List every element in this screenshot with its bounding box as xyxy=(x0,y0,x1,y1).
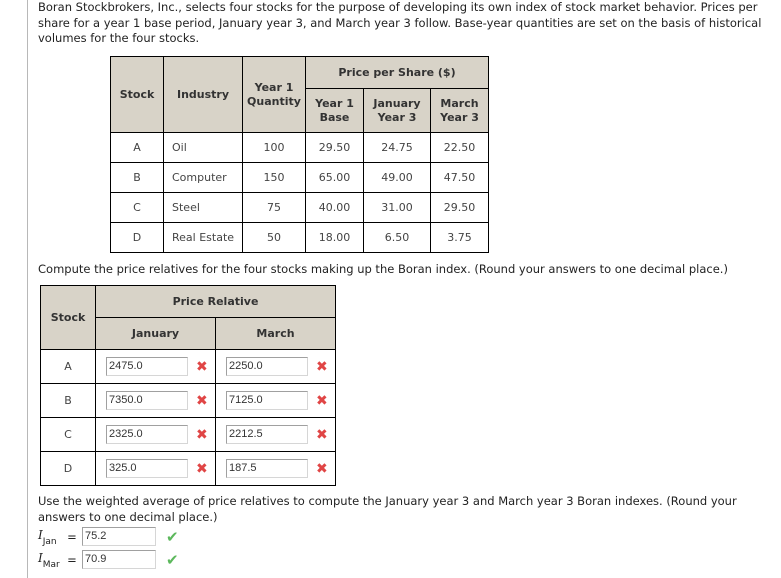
header-price-relative: Price Relative xyxy=(95,285,336,318)
equals-sign: = xyxy=(67,552,77,567)
header-march: March xyxy=(215,317,336,350)
correct-check-icon: ✔ xyxy=(166,550,179,569)
incorrect-icon: ✖ xyxy=(316,460,328,477)
march-relative-input[interactable]: 2250.0 xyxy=(226,357,308,376)
correct-check-icon: ✔ xyxy=(166,527,179,546)
stock-cell: B xyxy=(110,162,164,193)
quantity-cell: 50 xyxy=(242,222,306,253)
incorrect-icon: ✖ xyxy=(196,392,208,409)
base-price-cell: 65.00 xyxy=(305,162,364,193)
quantity-cell: 150 xyxy=(242,162,306,193)
industry-cell: Oil xyxy=(163,132,243,163)
january-relative-input[interactable]: 325.0 xyxy=(106,459,188,478)
incorrect-icon: ✖ xyxy=(196,358,208,375)
industry-cell: Computer xyxy=(163,162,243,193)
incorrect-icon: ✖ xyxy=(316,426,328,443)
march-price-cell: 3.75 xyxy=(430,222,489,253)
header-price-group: Price per Share ($) xyxy=(305,56,489,89)
header-industry: Industry xyxy=(163,56,243,133)
equals-sign: = xyxy=(67,529,77,544)
table-row: A 2475.0 ✖ 2250.0 ✖ xyxy=(40,349,336,384)
index-january-label: IJan xyxy=(38,527,57,548)
header-january: January Year 3 xyxy=(363,88,431,133)
quantity-cell: 75 xyxy=(242,192,306,223)
price-relative-table: Stock Price Relative January March A 247… xyxy=(40,285,336,486)
january-relative-input[interactable]: 2325.0 xyxy=(106,425,188,444)
question-weighted-index: Use the weighted average of price relati… xyxy=(38,494,737,524)
industry-cell: Steel xyxy=(163,192,243,223)
index-march-input[interactable]: 70.9 xyxy=(82,550,156,569)
stock-cell: C xyxy=(40,417,96,452)
stock-cell: C xyxy=(110,192,164,223)
base-price-cell: 18.00 xyxy=(305,222,364,253)
intro-text: Boran Stockbrokers, Inc., selects four s… xyxy=(38,0,762,45)
table-row: B 7350.0 ✖ 7125.0 ✖ xyxy=(40,383,336,418)
incorrect-icon: ✖ xyxy=(316,358,328,375)
header-march: March Year 3 xyxy=(430,88,489,133)
stock-cell: D xyxy=(110,222,164,253)
header-stock: Stock xyxy=(110,56,164,133)
table-row: D Real Estate 50 18.00 6.50 3.75 xyxy=(110,222,489,253)
january-relative-input[interactable]: 7350.0 xyxy=(106,391,188,410)
stock-cell: A xyxy=(110,132,164,163)
march-relative-input[interactable]: 7125.0 xyxy=(226,391,308,410)
index-january-input[interactable]: 75.2 xyxy=(82,527,156,546)
base-price-cell: 40.00 xyxy=(305,192,364,223)
january-price-cell: 6.50 xyxy=(363,222,431,253)
left-divider xyxy=(27,0,28,578)
table-row: B Computer 150 65.00 49.00 47.50 xyxy=(110,162,489,193)
table-row: A Oil 100 29.50 24.75 22.50 xyxy=(110,132,489,163)
stock-price-table: Stock Industry Year 1 Quantity Price per … xyxy=(110,56,489,253)
table-row: C Steel 75 40.00 31.00 29.50 xyxy=(110,192,489,223)
industry-cell: Real Estate xyxy=(163,222,243,253)
march-relative-input[interactable]: 2212.5 xyxy=(226,425,308,444)
march-price-cell: 22.50 xyxy=(430,132,489,163)
stock-cell: A xyxy=(40,349,96,384)
base-price-cell: 29.50 xyxy=(305,132,364,163)
incorrect-icon: ✖ xyxy=(196,426,208,443)
stock-cell: B xyxy=(40,383,96,418)
index-march-label: IMar xyxy=(38,550,60,571)
january-price-cell: 24.75 xyxy=(363,132,431,163)
january-price-cell: 49.00 xyxy=(363,162,431,193)
question-price-relatives: Compute the price relatives for the four… xyxy=(38,262,728,276)
march-relative-input[interactable]: 187.5 xyxy=(226,459,308,478)
january-relative-input[interactable]: 2475.0 xyxy=(106,357,188,376)
header-base: Year 1 Base xyxy=(305,88,364,133)
table-row: D 325.0 ✖ 187.5 ✖ xyxy=(40,451,336,486)
index-january-row: IJan = 75.2 ✔ xyxy=(38,527,179,548)
march-price-cell: 29.50 xyxy=(430,192,489,223)
header-january: January xyxy=(95,317,216,350)
quantity-cell: 100 xyxy=(242,132,306,163)
header-stock: Stock xyxy=(40,285,96,350)
march-price-cell: 47.50 xyxy=(430,162,489,193)
incorrect-icon: ✖ xyxy=(196,460,208,477)
stock-cell: D xyxy=(40,451,96,486)
table-row: C 2325.0 ✖ 2212.5 ✖ xyxy=(40,417,336,452)
header-quantity: Year 1 Quantity xyxy=(242,56,306,133)
index-march-row: IMar = 70.9 ✔ xyxy=(38,550,179,571)
january-price-cell: 31.00 xyxy=(363,192,431,223)
incorrect-icon: ✖ xyxy=(316,392,328,409)
